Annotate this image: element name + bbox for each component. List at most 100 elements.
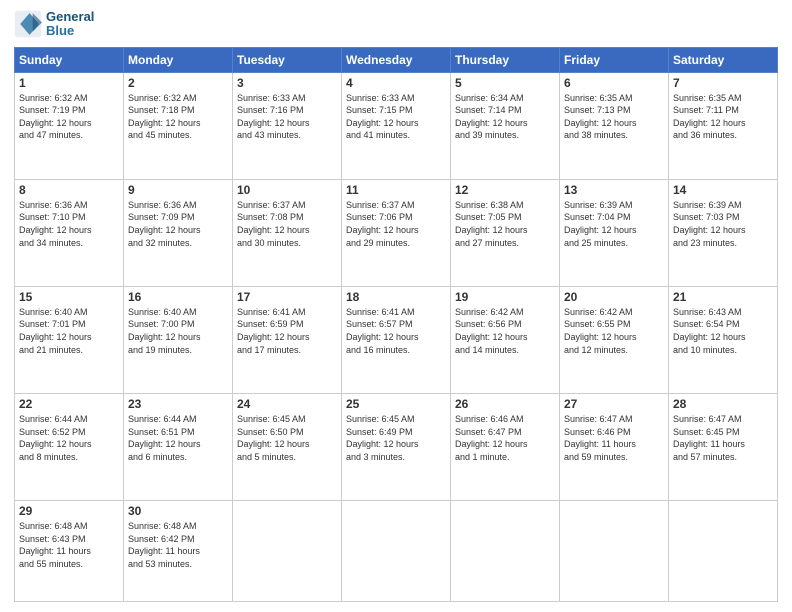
calendar-cell [669,501,778,602]
day-number: 3 [237,76,337,90]
cell-info: Sunrise: 6:37 AMSunset: 7:08 PMDaylight:… [237,200,310,248]
cell-info: Sunrise: 6:48 AMSunset: 6:42 PMDaylight:… [128,521,200,569]
calendar-cell: 20 Sunrise: 6:42 AMSunset: 6:55 PMDayligh… [560,286,669,393]
day-number: 6 [564,76,664,90]
calendar-cell: 9 Sunrise: 6:36 AMSunset: 7:09 PMDaylight… [124,179,233,286]
cell-info: Sunrise: 6:45 AMSunset: 6:50 PMDaylight:… [237,414,310,462]
calendar-cell: 6 Sunrise: 6:35 AMSunset: 7:13 PMDaylight… [560,72,669,179]
cell-info: Sunrise: 6:34 AMSunset: 7:14 PMDaylight:… [455,93,528,141]
weekday-saturday: Saturday [669,47,778,72]
logo-text: General Blue [46,10,94,39]
day-number: 21 [673,290,773,304]
calendar-cell [233,501,342,602]
cell-info: Sunrise: 6:36 AMSunset: 7:10 PMDaylight:… [19,200,92,248]
cell-info: Sunrise: 6:32 AMSunset: 7:19 PMDaylight:… [19,93,92,141]
calendar-cell: 7 Sunrise: 6:35 AMSunset: 7:11 PMDaylight… [669,72,778,179]
calendar-cell: 12 Sunrise: 6:38 AMSunset: 7:05 PMDayligh… [451,179,560,286]
calendar-cell: 18 Sunrise: 6:41 AMSunset: 6:57 PMDayligh… [342,286,451,393]
cell-info: Sunrise: 6:33 AMSunset: 7:15 PMDaylight:… [346,93,419,141]
calendar-cell: 30 Sunrise: 6:48 AMSunset: 6:42 PMDayligh… [124,501,233,602]
calendar-cell: 19 Sunrise: 6:42 AMSunset: 6:56 PMDayligh… [451,286,560,393]
day-number: 23 [128,397,228,411]
cell-info: Sunrise: 6:35 AMSunset: 7:11 PMDaylight:… [673,93,746,141]
day-number: 27 [564,397,664,411]
calendar-cell [342,501,451,602]
calendar-cell [560,501,669,602]
cell-info: Sunrise: 6:46 AMSunset: 6:47 PMDaylight:… [455,414,528,462]
page: General Blue SundayMondayTuesdayWednesda… [0,0,792,612]
calendar-cell: 21 Sunrise: 6:43 AMSunset: 6:54 PMDayligh… [669,286,778,393]
calendar-cell: 1 Sunrise: 6:32 AMSunset: 7:19 PMDaylight… [15,72,124,179]
calendar-cell: 4 Sunrise: 6:33 AMSunset: 7:15 PMDaylight… [342,72,451,179]
cell-info: Sunrise: 6:44 AMSunset: 6:51 PMDaylight:… [128,414,201,462]
cell-info: Sunrise: 6:39 AMSunset: 7:03 PMDaylight:… [673,200,746,248]
cell-info: Sunrise: 6:47 AMSunset: 6:46 PMDaylight:… [564,414,636,462]
calendar-cell: 17Sunrise: 6:41 AMSunset: 6:59 PMDayligh… [233,286,342,393]
cell-info: Sunrise: 6:41 AMSunset: 6:59 PMDaylight:… [237,307,310,355]
day-number: 8 [19,183,119,197]
cell-info: Sunrise: 6:42 AMSunset: 6:55 PMDaylight:… [564,307,637,355]
weekday-tuesday: Tuesday [233,47,342,72]
day-number: 24 [237,397,337,411]
day-number: 19 [455,290,555,304]
day-number: 5 [455,76,555,90]
week-row-5: 29 Sunrise: 6:48 AMSunset: 6:43 PMDayligh… [15,501,778,602]
day-number: 29 [19,504,119,518]
day-number: 18 [346,290,446,304]
cell-info: Sunrise: 6:40 AMSunset: 7:00 PMDaylight:… [128,307,201,355]
calendar-cell: 28Sunrise: 6:47 AMSunset: 6:45 PMDayligh… [669,394,778,501]
cell-info: Sunrise: 6:44 AMSunset: 6:52 PMDaylight:… [19,414,92,462]
cell-info: Sunrise: 6:41 AMSunset: 6:57 PMDaylight:… [346,307,419,355]
day-number: 30 [128,504,228,518]
cell-info: Sunrise: 6:47 AMSunset: 6:45 PMDaylight:… [673,414,745,462]
calendar-cell: 10 Sunrise: 6:37 AMSunset: 7:08 PMDayligh… [233,179,342,286]
calendar-cell: 23 Sunrise: 6:44 AMSunset: 6:51 PMDayligh… [124,394,233,501]
cell-info: Sunrise: 6:37 AMSunset: 7:06 PMDaylight:… [346,200,419,248]
calendar-cell [451,501,560,602]
calendar-cell: 27 Sunrise: 6:47 AMSunset: 6:46 PMDayligh… [560,394,669,501]
day-number: 12 [455,183,555,197]
calendar-cell: 29 Sunrise: 6:48 AMSunset: 6:43 PMDayligh… [15,501,124,602]
cell-info: Sunrise: 6:39 AMSunset: 7:04 PMDaylight:… [564,200,637,248]
cell-info: Sunrise: 6:33 AMSunset: 7:16 PMDaylight:… [237,93,310,141]
weekday-thursday: Thursday [451,47,560,72]
weekday-header-row: SundayMondayTuesdayWednesdayThursdayFrid… [15,47,778,72]
logo-icon [14,10,42,38]
cell-info: Sunrise: 6:36 AMSunset: 7:09 PMDaylight:… [128,200,201,248]
day-number: 15 [19,290,119,304]
logo: General Blue [14,10,94,39]
cell-info: Sunrise: 6:42 AMSunset: 6:56 PMDaylight:… [455,307,528,355]
calendar-cell: 25 Sunrise: 6:45 AMSunset: 6:49 PMDayligh… [342,394,451,501]
calendar-cell: 22 Sunrise: 6:44 AMSunset: 6:52 PMDayligh… [15,394,124,501]
weekday-friday: Friday [560,47,669,72]
cell-info: Sunrise: 6:38 AMSunset: 7:05 PMDaylight:… [455,200,528,248]
calendar-cell: 14 Sunrise: 6:39 AMSunset: 7:03 PMDayligh… [669,179,778,286]
week-row-4: 22 Sunrise: 6:44 AMSunset: 6:52 PMDayligh… [15,394,778,501]
day-number: 25 [346,397,446,411]
calendar-table: SundayMondayTuesdayWednesdayThursdayFrid… [14,47,778,602]
day-number: 10 [237,183,337,197]
calendar-cell: 26 Sunrise: 6:46 AMSunset: 6:47 PMDayligh… [451,394,560,501]
day-number: 14 [673,183,773,197]
day-number: 26 [455,397,555,411]
day-number: 4 [346,76,446,90]
day-number: 20 [564,290,664,304]
day-number: 16 [128,290,228,304]
week-row-3: 15Sunrise: 6:40 AMSunset: 7:01 PMDayligh… [15,286,778,393]
calendar-cell: 11 Sunrise: 6:37 AMSunset: 7:06 PMDayligh… [342,179,451,286]
weekday-sunday: Sunday [15,47,124,72]
cell-info: Sunrise: 6:43 AMSunset: 6:54 PMDaylight:… [673,307,746,355]
header: General Blue [14,10,778,39]
cell-info: Sunrise: 6:45 AMSunset: 6:49 PMDaylight:… [346,414,419,462]
cell-info: Sunrise: 6:48 AMSunset: 6:43 PMDaylight:… [19,521,91,569]
week-row-1: 1 Sunrise: 6:32 AMSunset: 7:19 PMDaylight… [15,72,778,179]
calendar-cell: 13 Sunrise: 6:39 AMSunset: 7:04 PMDayligh… [560,179,669,286]
day-number: 2 [128,76,228,90]
day-number: 22 [19,397,119,411]
day-number: 1 [19,76,119,90]
day-number: 13 [564,183,664,197]
day-number: 7 [673,76,773,90]
day-number: 11 [346,183,446,197]
day-number: 9 [128,183,228,197]
cell-info: Sunrise: 6:35 AMSunset: 7:13 PMDaylight:… [564,93,637,141]
